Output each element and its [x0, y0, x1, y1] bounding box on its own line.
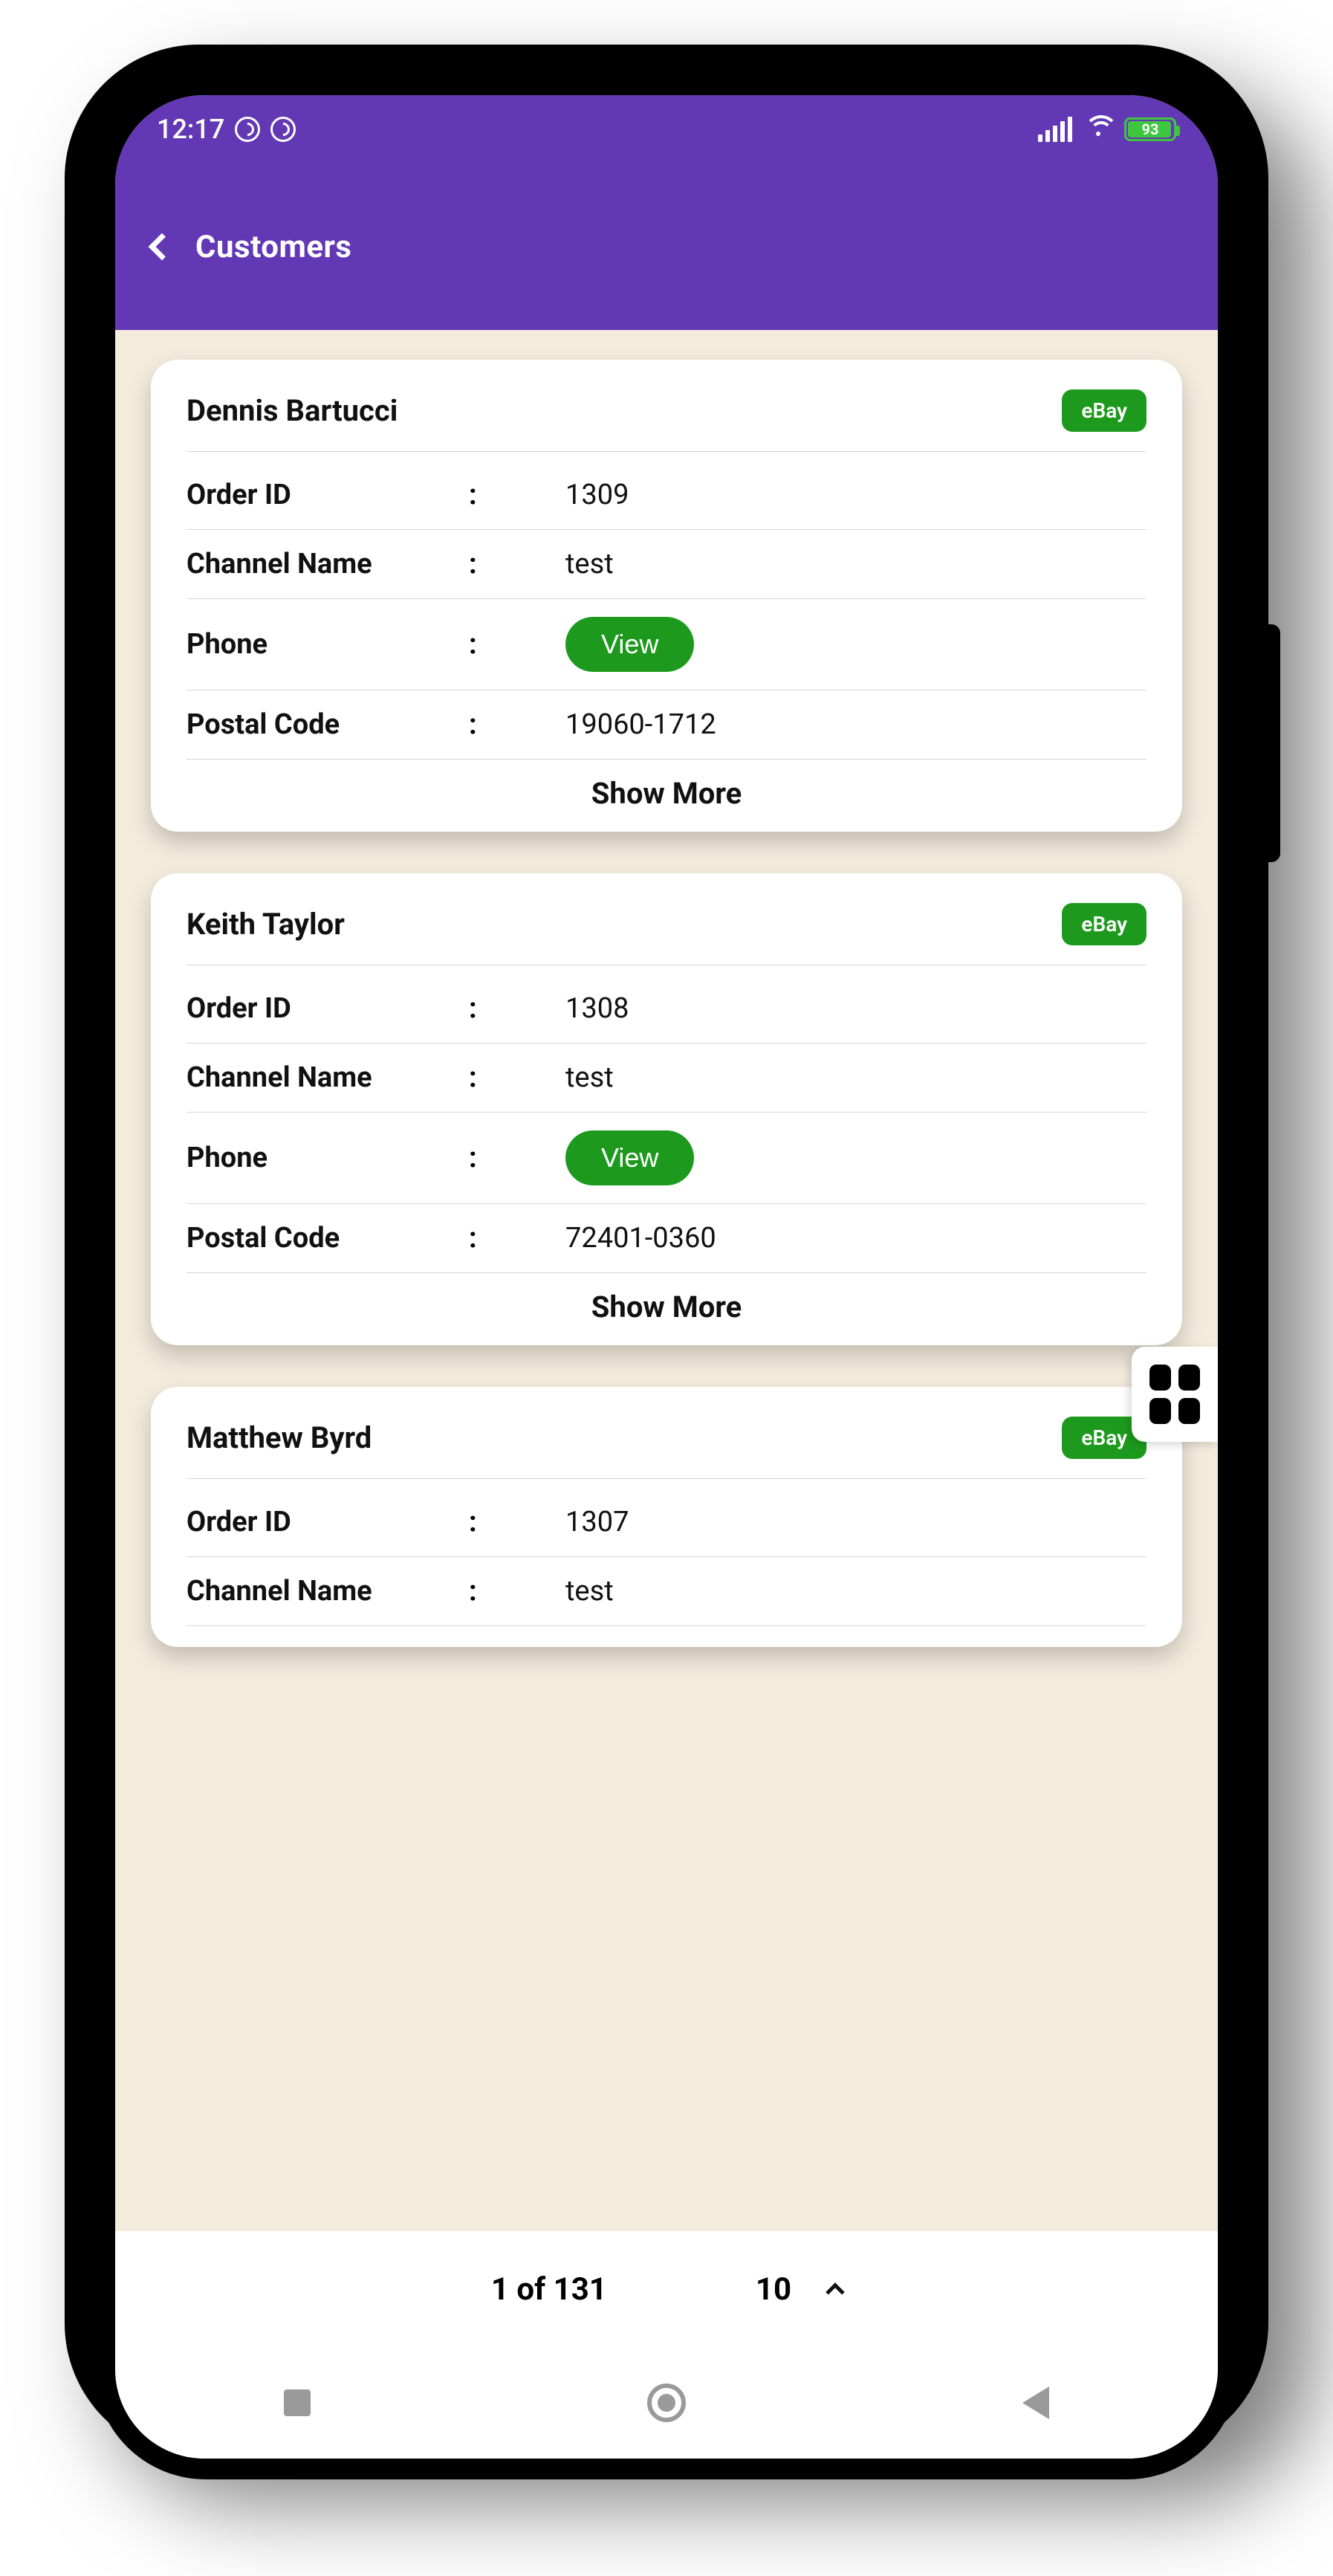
value-postal-code: 72401-0360 [565, 1222, 1146, 1255]
label-phone: Phone [187, 628, 469, 661]
colon: : [469, 1506, 565, 1538]
grid-icon [1178, 1365, 1200, 1391]
row-order-id: Order ID : 1308 [187, 974, 1146, 1043]
back-icon[interactable] [149, 233, 176, 261]
status-right: 93 [1038, 117, 1176, 142]
row-order-id: Order ID : 1309 [187, 461, 1146, 530]
row-channel-name: Channel Name : test [187, 1043, 1146, 1113]
card-header: Keith Taylor eBay [187, 903, 1146, 965]
phone-bezel: 12:17 93 [94, 74, 1239, 2479]
sync-icon [270, 117, 296, 142]
value-postal-code: 19060-1712 [565, 708, 1146, 741]
home-button[interactable] [647, 2384, 686, 2422]
card-header: Dennis Bartucci eBay [187, 389, 1146, 452]
grid-icon [1149, 1365, 1171, 1391]
row-phone: Phone : View [187, 599, 1146, 690]
value-channel-name: test [565, 1575, 1146, 1608]
customer-name: Dennis Bartucci [187, 393, 398, 428]
customer-name: Matthew Byrd [187, 1420, 372, 1455]
label-postal-code: Postal Code [187, 708, 469, 741]
grid-view-button[interactable] [1132, 1347, 1218, 1442]
status-left: 12:17 [157, 114, 296, 145]
page-title: Customers [195, 229, 351, 265]
row-postal-code: Postal Code : 19060-1712 [187, 690, 1146, 760]
value-channel-name: test [565, 548, 1146, 580]
colon: : [469, 479, 565, 511]
label-postal-code: Postal Code [187, 1222, 469, 1255]
customer-card: Keith Taylor eBay Order ID : 1308 Channe… [151, 873, 1182, 1345]
battery-percent: 93 [1142, 120, 1159, 138]
colon: : [469, 708, 565, 741]
colon: : [469, 628, 565, 661]
show-more-button[interactable]: Show More [187, 760, 1146, 811]
phone-frame: 12:17 93 [65, 45, 1268, 2457]
colon: : [469, 1575, 565, 1608]
colon: : [469, 992, 565, 1025]
signal-icon [1038, 117, 1072, 142]
grid-icon [1178, 1398, 1200, 1424]
customer-name: Keith Taylor [187, 907, 345, 942]
row-phone: Phone : View [187, 1113, 1146, 1204]
value-order-id: 1308 [565, 992, 1146, 1025]
row-channel-name: Channel Name : test [187, 1557, 1146, 1626]
label-order-id: Order ID [187, 992, 469, 1025]
customer-card: Matthew Byrd eBay Order ID : 1307 Channe… [151, 1387, 1182, 1647]
channel-badge: eBay [1062, 389, 1146, 432]
app-bar: Customers [115, 164, 1218, 330]
content-area: Dennis Bartucci eBay Order ID : 1309 Cha… [115, 330, 1218, 2231]
view-phone-button[interactable]: View [565, 1130, 694, 1185]
label-channel-name: Channel Name [187, 548, 469, 580]
label-channel-name: Channel Name [187, 1061, 469, 1094]
dnd-icon [235, 117, 260, 142]
page-size-selector[interactable]: 10 [756, 2271, 842, 2308]
wifi-icon [1084, 118, 1112, 140]
colon: : [469, 548, 565, 580]
screen: 12:17 93 [115, 95, 1218, 2459]
show-more-button[interactable]: Show More [187, 1273, 1146, 1324]
colon: : [469, 1222, 565, 1255]
label-order-id: Order ID [187, 1506, 469, 1538]
pagination-text: 1 of 131 [491, 2271, 607, 2308]
label-phone: Phone [187, 1142, 469, 1174]
grid-icon [1149, 1398, 1171, 1424]
value-order-id: 1309 [565, 479, 1146, 511]
label-channel-name: Channel Name [187, 1575, 469, 1608]
back-button[interactable] [1022, 2386, 1049, 2419]
card-header: Matthew Byrd eBay [187, 1417, 1146, 1479]
row-channel-name: Channel Name : test [187, 530, 1146, 599]
label-order-id: Order ID [187, 479, 469, 511]
channel-badge: eBay [1062, 903, 1146, 945]
colon: : [469, 1142, 565, 1174]
view-phone-button[interactable]: View [565, 617, 694, 672]
colon: : [469, 1061, 565, 1094]
row-order-id: Order ID : 1307 [187, 1488, 1146, 1557]
value-order-id: 1307 [565, 1506, 1146, 1538]
clock: 12:17 [157, 114, 224, 145]
recent-apps-button[interactable] [284, 2389, 311, 2416]
row-postal-code: Postal Code : 72401-0360 [187, 1204, 1146, 1273]
chevron-up-icon [826, 2282, 844, 2301]
android-nav-bar [115, 2347, 1218, 2459]
battery-icon: 93 [1124, 117, 1176, 141]
page-size-value: 10 [756, 2271, 791, 2308]
pagination-bar: 1 of 131 10 [115, 2231, 1218, 2347]
value-channel-name: test [565, 1061, 1146, 1094]
status-bar: 12:17 93 [115, 95, 1218, 164]
customer-card: Dennis Bartucci eBay Order ID : 1309 Cha… [151, 360, 1182, 832]
